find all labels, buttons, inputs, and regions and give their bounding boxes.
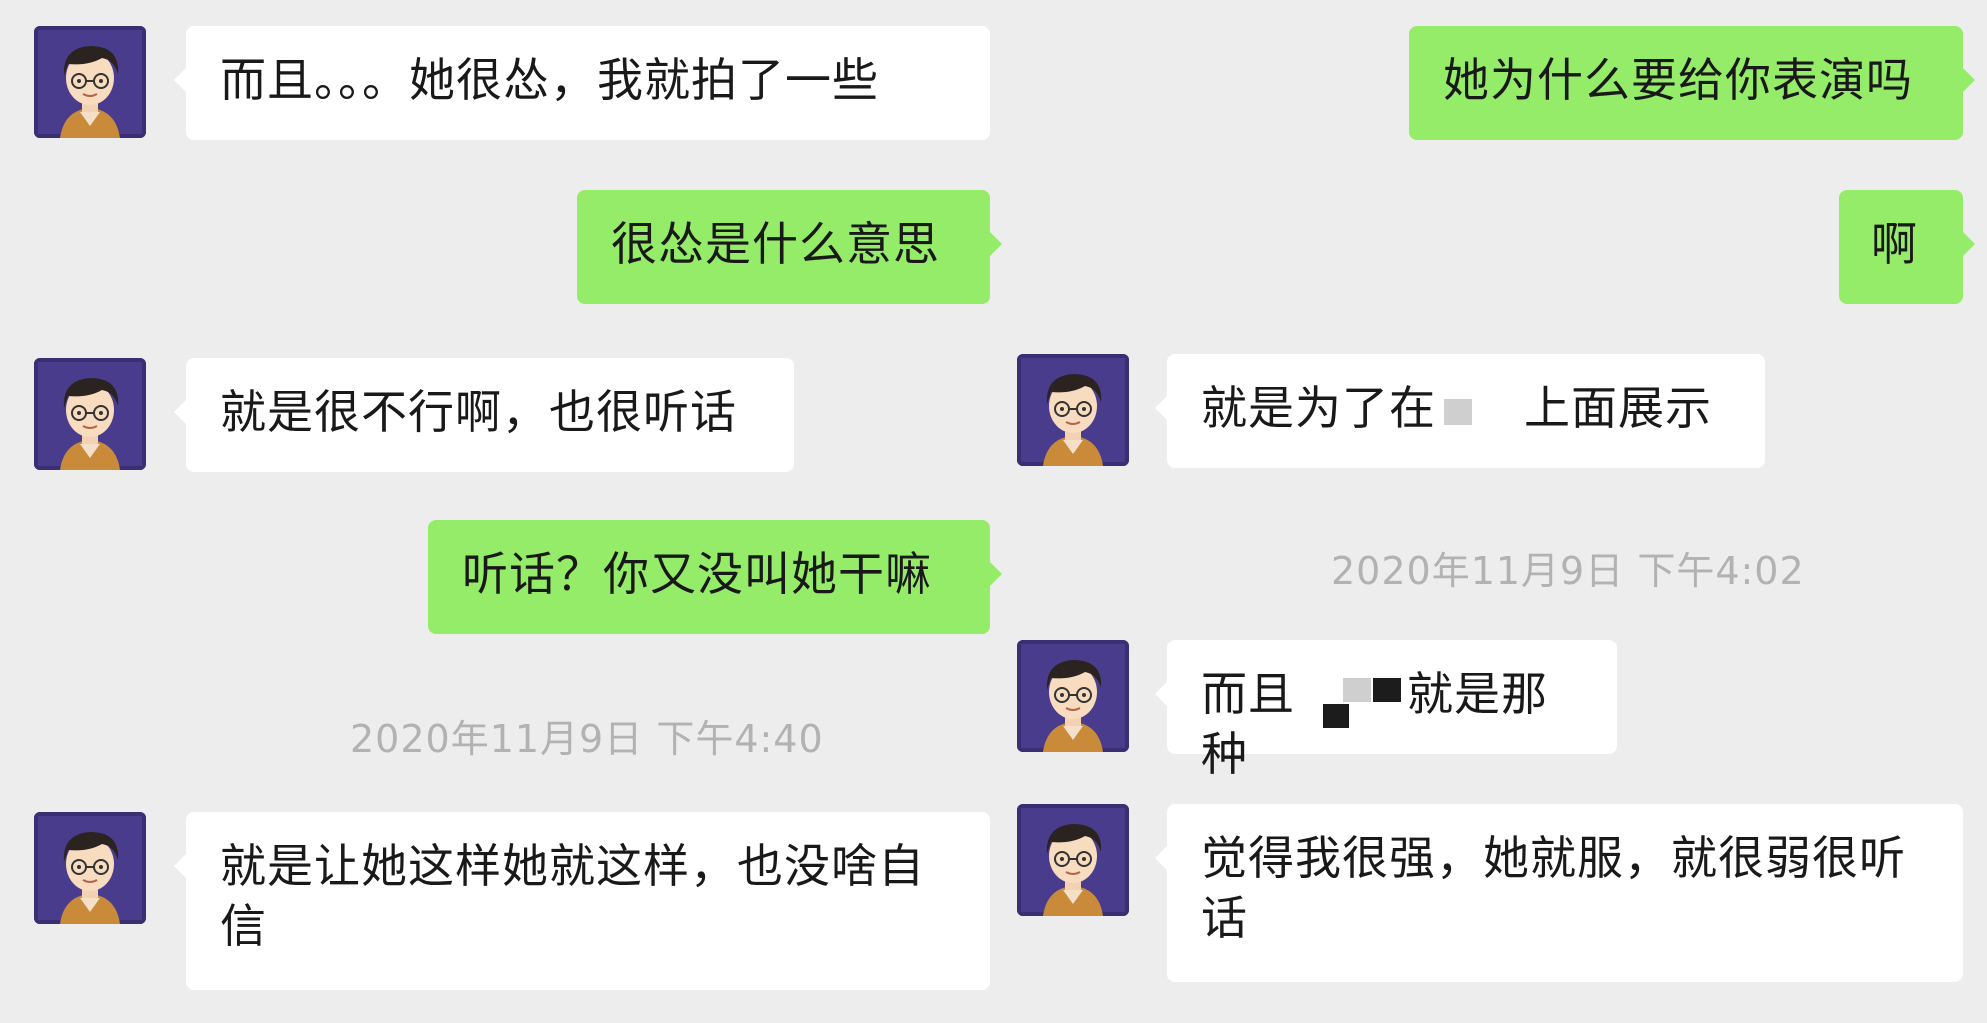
timestamp: 2020年11月9日 下午4:40 (350, 717, 824, 761)
received-message-bubble[interactable]: 就是很不行啊，也很听话 (174, 358, 794, 472)
received-message-bubble[interactable]: 就是让她这样她就这样，也没啥自 信 (174, 812, 990, 990)
message-text: 就是为了在 (1201, 381, 1436, 435)
message-text: 而且 (1201, 667, 1295, 721)
message-text-line: 信 (220, 899, 267, 953)
sent-message-bubble[interactable]: 听话？你又没叫她干嘛 (428, 520, 1002, 634)
received-message-bubble[interactable]: 而且 就是那种 (1155, 640, 1617, 781)
redaction-mosaic (1295, 677, 1407, 728)
message-text: 听话？你又没叫她干嘛 (462, 547, 932, 601)
message-text: 她为什么要给你表演吗 (1443, 53, 1913, 107)
contact-avatar-icon[interactable] (34, 26, 146, 138)
message-text-line: 觉得我很强，她就服，就很弱很听 (1201, 831, 1906, 885)
received-message-bubble[interactable]: 就是为了在 上面展示 (1155, 354, 1765, 468)
timestamp: 2020年11月9日 下午4:02 (1331, 549, 1805, 593)
contact-avatar-icon[interactable] (1017, 640, 1129, 752)
right-chat-panel: 她为什么要给你表演吗 啊 就是为了在 上面展示 2020年11月9日 下午4:02… (993, 0, 1986, 1023)
contact-avatar-icon[interactable] (34, 358, 146, 470)
received-message-bubble[interactable]: 觉得我很强，她就服，就很弱很听 话 (1155, 804, 1963, 982)
contact-avatar-icon[interactable] (1017, 804, 1129, 916)
message-text: 很怂是什么意思 (611, 217, 940, 271)
message-text-line: 就是让她这样她就这样，也没啥自 (220, 839, 925, 893)
message-text-line: 话 (1201, 891, 1248, 945)
received-message-bubble[interactable]: 而且。。。她很怂，我就拍了一些 (174, 26, 990, 140)
sent-message-bubble[interactable]: 她为什么要给你表演吗 (1409, 26, 1975, 140)
sent-message-bubble[interactable]: 很怂是什么意思 (577, 190, 1002, 304)
contact-avatar-icon[interactable] (34, 812, 146, 924)
message-text: 就是很不行啊，也很听话 (220, 385, 737, 439)
left-chat-panel: 而且。。。她很怂，我就拍了一些 很怂是什么意思 就是很不行啊，也很听话 听话？你… (0, 0, 1002, 1023)
message-text: 上面展示 (1524, 381, 1712, 435)
contact-avatar-icon[interactable] (1017, 354, 1129, 466)
redaction-mosaic (1444, 398, 1472, 425)
message-text: 啊 (1871, 217, 1918, 271)
message-text: 而且。。。她很怂，我就拍了一些 (220, 53, 879, 107)
sent-message-bubble[interactable]: 啊 (1839, 190, 1975, 304)
